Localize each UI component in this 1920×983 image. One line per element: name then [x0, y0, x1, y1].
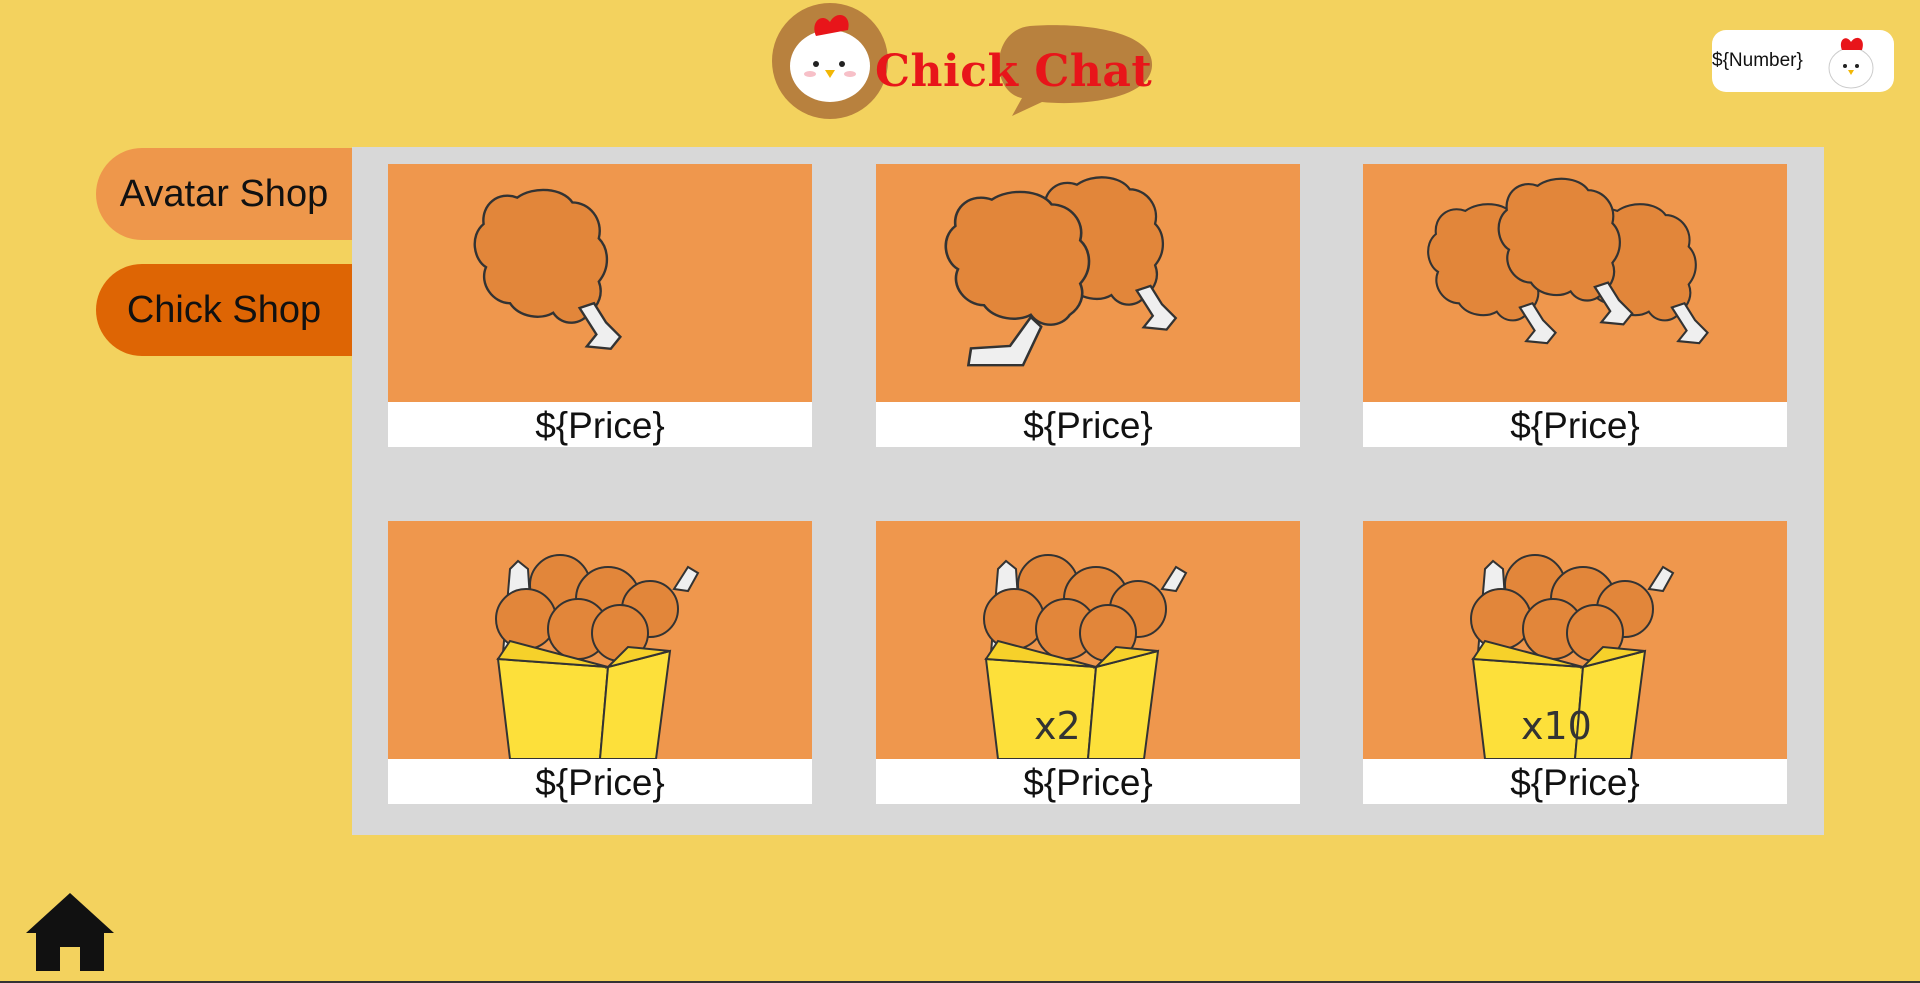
tab-avatar-shop[interactable]: Avatar Shop [96, 148, 352, 240]
coin-counter[interactable]: ${Number} [1712, 30, 1894, 92]
chicken-bucket-x2-image: x2 [876, 521, 1300, 759]
item-price: ${Price} [535, 762, 665, 803]
chicken-bucket-image [388, 521, 812, 759]
item-price: ${Price} [1023, 762, 1153, 803]
bucket-badge: x10 [1521, 704, 1592, 748]
home-icon[interactable] [24, 891, 116, 973]
item-price: ${Price} [1023, 405, 1153, 446]
chicken-bucket-x10-image: x10 [1363, 521, 1787, 759]
bucket-badge: x2 [1034, 704, 1081, 748]
shop-item-card[interactable]: ${Price} [388, 521, 812, 804]
counter-value: ${Number} [1712, 50, 1803, 71]
shop-item-card[interactable]: ${Price} [1363, 164, 1787, 447]
app-title: Chick Chat [875, 46, 1153, 97]
three-drumsticks-image [1363, 164, 1787, 402]
tab-chick-shop[interactable]: Chick Shop [96, 264, 352, 356]
drumstick-image [388, 164, 812, 402]
shop-panel: ${Price} ${Price} ${Price} ${Price} x2 $… [352, 147, 1824, 835]
item-price: ${Price} [1510, 405, 1640, 446]
item-price: ${Price} [1510, 762, 1640, 803]
chick-avatar-icon [1828, 37, 1874, 89]
shop-item-card[interactable]: ${Price} [876, 164, 1300, 447]
two-drumsticks-image [876, 164, 1300, 402]
shop-item-card[interactable]: x2 ${Price} [876, 521, 1300, 804]
item-price: ${Price} [535, 405, 665, 446]
shop-item-card[interactable]: ${Price} [388, 164, 812, 447]
shop-item-card[interactable]: x10 ${Price} [1363, 521, 1787, 804]
